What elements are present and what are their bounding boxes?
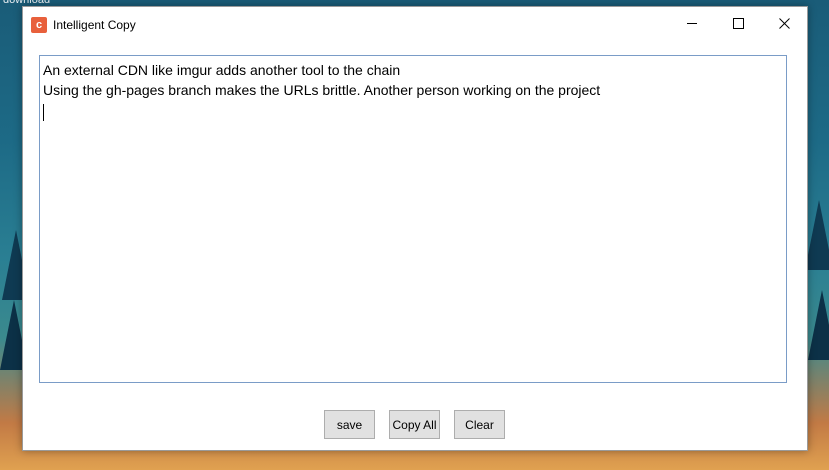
app-window: c Intelligent Copy An external CDN like … bbox=[22, 6, 808, 451]
minimize-button[interactable] bbox=[669, 7, 715, 40]
background-tree bbox=[805, 200, 829, 270]
close-icon bbox=[778, 18, 790, 29]
title-bar[interactable]: c Intelligent Copy bbox=[23, 7, 807, 40]
maximize-button[interactable] bbox=[715, 7, 761, 40]
close-button[interactable] bbox=[761, 7, 807, 40]
text-caret bbox=[43, 103, 44, 121]
copy-all-button[interactable]: Copy All bbox=[389, 410, 440, 439]
editor-line: An external CDN like imgur adds another … bbox=[43, 62, 401, 78]
text-editor[interactable]: An external CDN like imgur adds another … bbox=[39, 55, 787, 383]
clear-button[interactable]: Clear bbox=[454, 410, 505, 439]
app-icon: c bbox=[31, 17, 47, 33]
window-title: Intelligent Copy bbox=[53, 18, 136, 32]
background-tree bbox=[808, 290, 829, 360]
save-button[interactable]: save bbox=[324, 410, 375, 439]
editor-line: Using the gh-pages branch makes the URLs… bbox=[43, 82, 601, 98]
maximize-icon bbox=[732, 18, 744, 29]
desktop: download c Intelligent Copy An external … bbox=[0, 0, 829, 470]
editor-caret-line bbox=[43, 100, 783, 121]
minimize-icon bbox=[687, 23, 697, 24]
